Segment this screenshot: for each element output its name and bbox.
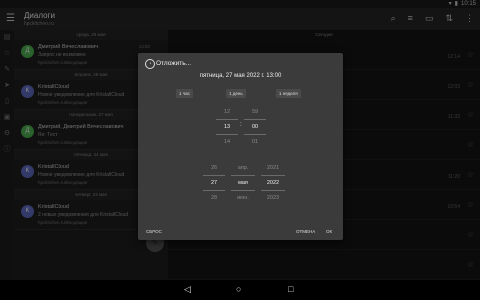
home-icon[interactable]: ○ [236, 284, 241, 294]
hour-prev: 12 [223, 109, 231, 115]
month-selected: мая [231, 175, 255, 191]
selected-datetime: пятница, 27 мая 2022 г. 13:00 [199, 73, 282, 79]
day-picker[interactable]: 26 27 28 [203, 161, 225, 205]
recents-icon[interactable]: □ [288, 284, 293, 294]
back-icon[interactable]: ◁ [184, 284, 191, 295]
year-selected: 2022 [261, 175, 285, 191]
day-selected: 27 [203, 175, 225, 191]
snooze-dialog: ◔ Отложить... пятница, 27 мая 2022 г. 13… [138, 53, 343, 240]
reset-button[interactable]: СБРОС [146, 229, 162, 234]
day-next: 28 [210, 195, 218, 201]
clock-icon: ◔ [145, 59, 155, 69]
system-nav-bar: ◁ ○ □ [0, 280, 480, 300]
dialog-title: Отложить... [156, 60, 192, 67]
month-next: июн. [237, 195, 249, 201]
minute-selected: 00 [244, 119, 266, 135]
one-hour-chip[interactable]: 1 час [176, 89, 193, 98]
one-week-chip[interactable]: 1 неделя [276, 89, 301, 98]
year-picker[interactable]: 2021 2022 2023 [261, 161, 285, 205]
year-next: 2023 [266, 195, 280, 201]
minute-next: 01 [251, 139, 259, 145]
year-prev: 2021 [266, 165, 280, 171]
ok-button[interactable]: ОК [326, 229, 332, 234]
month-picker[interactable]: апр. мая июн. [231, 161, 255, 205]
cancel-button[interactable]: ОТМЕНА [296, 229, 315, 234]
minute-picker[interactable]: 59 00 01 [244, 105, 266, 149]
hour-selected: 13 [216, 119, 238, 135]
minute-prev: 59 [251, 109, 259, 115]
day-prev: 26 [210, 165, 218, 171]
one-day-chip[interactable]: 1 день [226, 89, 246, 98]
month-prev: апр. [237, 165, 249, 171]
hour-picker[interactable]: 12 13 14 [216, 105, 238, 149]
time-separator: : [240, 122, 242, 128]
hour-next: 14 [223, 139, 231, 145]
